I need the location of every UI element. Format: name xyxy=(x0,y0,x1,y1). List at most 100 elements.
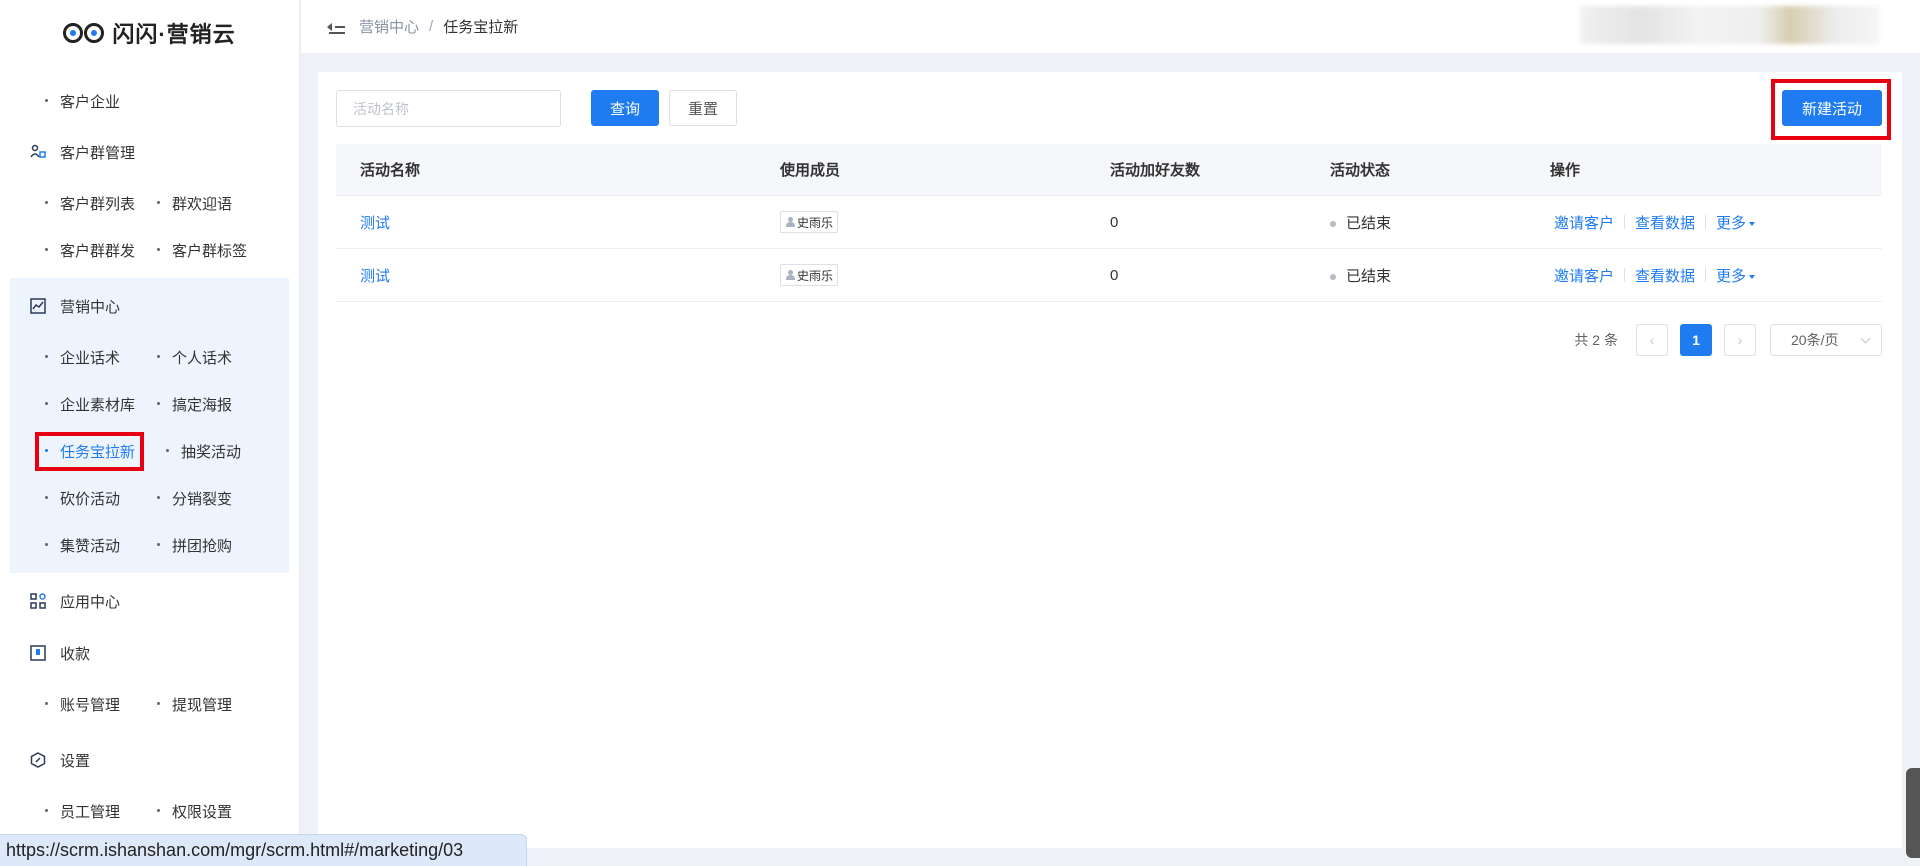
column-header-friends: 活动加好友数 xyxy=(1110,162,1201,179)
divider xyxy=(1705,215,1707,229)
invite-customer-link[interactable]: 邀请客户 xyxy=(1554,212,1614,233)
pagination: 共 2 条 ‹ 1 › 20条/页 xyxy=(1574,324,1882,356)
sidebar-group-marketing: 营销中心 企业话术 个人话术 企业素材库 搞定海报 任务宝拉新 抽奖活动 砍价活… xyxy=(10,278,289,573)
status-dot-icon xyxy=(1330,273,1336,280)
page-number-active[interactable]: 1 xyxy=(1680,324,1712,356)
reset-button[interactable]: 重置 xyxy=(669,90,737,126)
member-tag: 史雨乐 xyxy=(780,264,839,286)
breadcrumb-separator: / xyxy=(429,18,434,35)
group-users-icon xyxy=(30,144,46,160)
table-row: 测试 史雨乐 0 已结束 邀请客户 查看数据 更多 xyxy=(336,196,1882,249)
sidebar-row: 员工管理 权限设置 xyxy=(0,788,299,835)
page-size-select[interactable]: 20条/页 xyxy=(1770,324,1882,356)
activity-name-input[interactable] xyxy=(336,90,561,127)
sidebar-item-personal-script[interactable]: 个人话术 xyxy=(156,347,268,368)
sidebar-item-group-buy[interactable]: 拼团抢购 xyxy=(156,535,268,556)
breadcrumb: 营销中心 / 任务宝拉新 xyxy=(359,16,518,37)
query-button[interactable]: 查询 xyxy=(591,90,659,126)
breadcrumb-parent[interactable]: 营销中心 xyxy=(359,16,419,37)
prev-page-button[interactable]: ‹ xyxy=(1636,324,1668,356)
column-header-ops: 操作 xyxy=(1550,162,1581,179)
view-data-link[interactable]: 查看数据 xyxy=(1635,265,1695,286)
user-info-redacted[interactable] xyxy=(1580,6,1880,44)
sidebar-item-material-library[interactable]: 企业素材库 xyxy=(44,394,156,415)
apps-grid-icon xyxy=(30,593,46,609)
sidebar-group-settings: 设置 员工管理 权限设置 xyxy=(0,732,299,839)
sidebar-group-header[interactable]: 设置 xyxy=(0,732,299,788)
logo-text: 闪闪·营销云 xyxy=(112,22,236,47)
sidebar-row: 客户群群发 客户群标签 xyxy=(0,227,299,274)
sidebar-item-lottery[interactable]: 抽奖活动 xyxy=(165,441,277,462)
status-text: 已结束 xyxy=(1346,214,1392,232)
browser-status-url: https://scrm.ishanshan.com/mgr/scrm.html… xyxy=(0,834,527,866)
sidebar-row: 客户群列表 群欢迎语 xyxy=(0,180,299,227)
sidebar-item-group-list[interactable]: 客户群列表 xyxy=(44,193,156,214)
column-header-member: 使用成员 xyxy=(780,162,841,179)
more-label: 更多 xyxy=(1716,267,1747,285)
next-page-button[interactable]: › xyxy=(1724,324,1756,356)
friends-count: 0 xyxy=(1110,213,1119,231)
sidebar-item-poster[interactable]: 搞定海报 xyxy=(156,394,268,415)
breadcrumb-current: 任务宝拉新 xyxy=(443,19,519,36)
sidebar-item-staff[interactable]: 员工管理 xyxy=(44,801,156,822)
sidebar-group-header[interactable]: 应用中心 xyxy=(0,573,299,629)
chevron-down-icon xyxy=(1860,333,1871,344)
column-header-status: 活动状态 xyxy=(1330,162,1391,179)
sidebar-item-withdrawals[interactable]: 提现管理 xyxy=(156,694,268,715)
more-dropdown[interactable]: 更多 xyxy=(1716,265,1756,286)
chart-line-icon xyxy=(30,298,46,314)
sidebar-item-group-broadcast[interactable]: 客户群群发 xyxy=(44,240,156,261)
sidebar-group-title: 收款 xyxy=(60,645,91,663)
main-card: 查询 重置 新建活动 活动名称 使用成员 活动加好友数 活动状态 操作 测试 史… xyxy=(318,72,1902,848)
sidebar-item-enterprise-script[interactable]: 企业话术 xyxy=(44,347,156,368)
sidebar-item-group-welcome[interactable]: 群欢迎语 xyxy=(156,193,268,214)
divider xyxy=(1705,268,1707,282)
sidebar-group-title: 客户群管理 xyxy=(60,144,136,162)
sidebar-group-customer-groups: 客户群管理 客户群列表 群欢迎语 客户群群发 客户群标签 xyxy=(0,124,299,278)
invite-customer-link[interactable]: 邀请客户 xyxy=(1554,265,1614,286)
sidebar-row: 企业话术 个人话术 xyxy=(10,334,289,381)
sidebar-item-group-tags[interactable]: 客户群标签 xyxy=(156,240,268,261)
new-activity-button[interactable]: 新建活动 xyxy=(1782,90,1882,126)
activity-table: 活动名称 使用成员 活动加好友数 活动状态 操作 测试 史雨乐 0 已结束 邀请… xyxy=(336,144,1882,302)
status-dot-icon xyxy=(1330,220,1336,227)
sidebar-group-header[interactable]: 营销中心 xyxy=(10,278,289,334)
more-label: 更多 xyxy=(1716,214,1747,232)
logo[interactable]: 闪闪·营销云 xyxy=(0,0,299,66)
sidebar-item-task-referral[interactable]: 任务宝拉新 xyxy=(34,432,145,471)
divider xyxy=(1624,215,1626,229)
sidebar-row: 任务宝拉新 抽奖活动 xyxy=(10,428,289,475)
filter-toolbar: 查询 重置 新建活动 xyxy=(336,79,1891,140)
sidebar-row: 集赞活动 拼团抢购 xyxy=(10,522,289,569)
activity-name-link[interactable]: 测试 xyxy=(360,215,390,232)
sidebar-item-collect-likes[interactable]: 集赞活动 xyxy=(44,535,156,556)
sidebar-item-bargain[interactable]: 砍价活动 xyxy=(44,488,156,509)
total-count: 共 2 条 xyxy=(1574,332,1618,348)
activity-name-link[interactable]: 测试 xyxy=(360,268,390,285)
sidebar-group-apps: 应用中心 xyxy=(0,573,299,633)
sidebar-item-accounts[interactable]: 账号管理 xyxy=(44,694,156,715)
owl-logo-icon xyxy=(63,23,105,43)
sidebar-group-header[interactable]: 客户群管理 xyxy=(0,124,299,180)
chevron-left-icon: ‹ xyxy=(1649,332,1655,348)
wallet-icon xyxy=(30,645,46,661)
sidebar-item-customer-enterprise[interactable]: 客户企业 xyxy=(44,91,156,112)
friends-count: 0 xyxy=(1110,266,1119,284)
view-data-link[interactable]: 查看数据 xyxy=(1635,212,1695,233)
sidebar-row: 砍价活动 分销裂变 xyxy=(10,475,289,522)
table-row: 测试 史雨乐 0 已结束 邀请客户 查看数据 更多 xyxy=(336,249,1882,302)
menu-collapse-icon[interactable] xyxy=(327,20,345,34)
column-header-name: 活动名称 xyxy=(360,162,421,179)
sidebar: 闪闪·营销云 客户企业 客户群管理 客户群列表 群欢迎语 客户群群发 客户群标签… xyxy=(0,0,300,866)
sidebar-item-permissions[interactable]: 权限设置 xyxy=(156,801,268,822)
sidebar-row: 客户企业 xyxy=(0,78,299,124)
status-text: 已结束 xyxy=(1346,267,1392,285)
sidebar-row: 账号管理 提现管理 xyxy=(0,681,299,728)
sidebar-item-distribution[interactable]: 分销裂变 xyxy=(156,488,268,509)
page-size-value: 20条/页 xyxy=(1791,332,1839,348)
scrollbar-handle[interactable] xyxy=(1906,768,1920,858)
sidebar-group-header[interactable]: 收款 xyxy=(0,625,299,681)
more-dropdown[interactable]: 更多 xyxy=(1716,212,1756,233)
chevron-right-icon: › xyxy=(1737,332,1743,348)
person-icon xyxy=(785,270,795,280)
